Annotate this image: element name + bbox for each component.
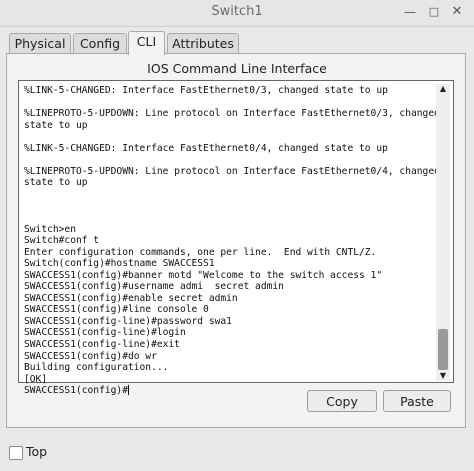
panel-title: IOS Command Line Interface — [147, 61, 327, 76]
scroll-down-icon[interactable]: ▼ — [436, 371, 450, 381]
top-checkbox[interactable] — [9, 446, 23, 460]
maximize-icon[interactable]: □ — [426, 4, 442, 20]
tab-attributes[interactable]: Attributes — [167, 33, 239, 54]
close-icon[interactable]: ✕ — [448, 3, 466, 21]
tab-cli[interactable]: CLI — [128, 31, 165, 55]
tab-physical[interactable]: Physical — [9, 33, 71, 54]
text-cursor — [127, 385, 129, 396]
tab-config[interactable]: Config — [73, 33, 127, 54]
console-text: %LINK-5-CHANGED: Interface FastEthernet0… — [24, 85, 440, 397]
paste-button[interactable]: Paste — [383, 390, 451, 412]
top-label: Top — [26, 444, 48, 459]
vertical-scrollbar[interactable]: ▲ ▼ — [436, 84, 450, 381]
copy-button[interactable]: Copy — [307, 390, 377, 412]
title-bar[interactable]: Switch1 — □ ✕ — [0, 0, 474, 27]
scroll-up-icon[interactable]: ▲ — [436, 84, 450, 94]
minimize-icon[interactable]: — — [402, 4, 418, 20]
scrollbar-thumb[interactable] — [438, 329, 448, 370]
console-output[interactable]: %LINK-5-CHANGED: Interface FastEthernet0… — [24, 85, 440, 397]
cli-console[interactable]: %LINK-5-CHANGED: Interface FastEthernet0… — [18, 80, 454, 396]
